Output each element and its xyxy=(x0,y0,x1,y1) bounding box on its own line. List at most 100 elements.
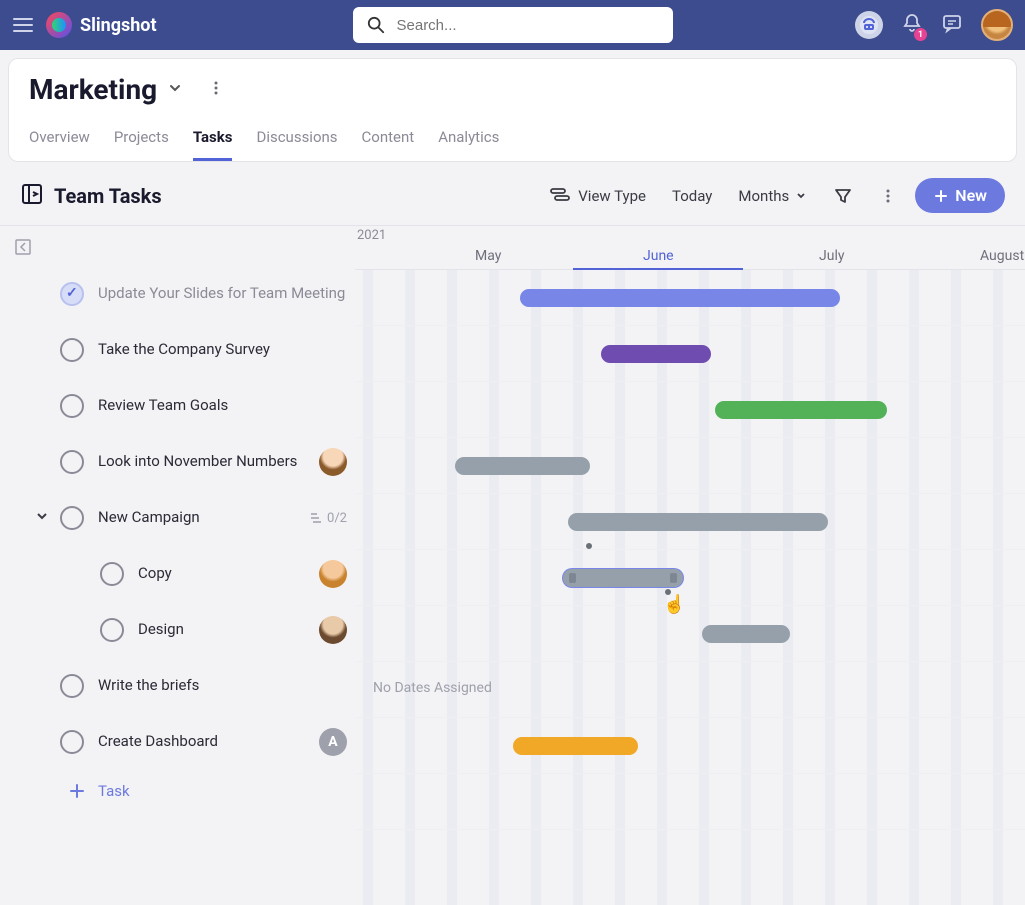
tasks-toolbar: Team Tasks View Type Today Months New xyxy=(0,170,1025,225)
app-logo[interactable]: Slingshot xyxy=(46,12,157,38)
gantt-bar[interactable] xyxy=(568,513,828,531)
task-label: New Campaign xyxy=(98,508,295,528)
timeline-header: May June July August xyxy=(355,226,1025,270)
month-label[interactable]: August xyxy=(980,248,1024,264)
task-row[interactable]: New Campaign 0/2 xyxy=(12,490,355,546)
task-checkbox[interactable] xyxy=(60,450,84,474)
tab-discussions[interactable]: Discussions xyxy=(256,122,337,161)
task-checkbox[interactable] xyxy=(60,730,84,754)
messages-icon[interactable] xyxy=(941,12,963,38)
global-search[interactable] xyxy=(353,7,673,43)
tab-tasks[interactable]: Tasks xyxy=(193,122,233,161)
workspace-header: Marketing Overview Projects Tasks Discus… xyxy=(8,58,1017,162)
logo-icon xyxy=(46,12,72,38)
task-checkbox[interactable] xyxy=(60,674,84,698)
more-options-button[interactable] xyxy=(871,181,905,211)
workspace-tabs: Overview Projects Tasks Discussions Cont… xyxy=(29,122,996,161)
month-label[interactable]: July xyxy=(819,248,844,264)
collapse-sidebar-icon[interactable] xyxy=(14,238,32,260)
tab-projects[interactable]: Projects xyxy=(114,122,169,161)
kebab-icon xyxy=(879,187,897,205)
task-row[interactable]: Create Dashboard A xyxy=(12,714,355,770)
top-navbar: Slingshot 1 xyxy=(0,0,1025,50)
task-label: Take the Company Survey xyxy=(98,340,347,360)
gantt-bar[interactable] xyxy=(715,401,887,419)
notification-badge: 1 xyxy=(914,28,927,41)
new-label: New xyxy=(955,186,987,205)
month-label[interactable]: May xyxy=(475,248,501,264)
task-checkbox[interactable] xyxy=(60,282,84,306)
task-row[interactable]: Update Your Slides for Team Meeting xyxy=(12,266,355,322)
subtask-count: 0/2 xyxy=(327,511,347,526)
view-type-button[interactable]: View Type xyxy=(542,181,654,211)
plus-icon xyxy=(933,188,949,204)
task-label: Update Your Slides for Team Meeting xyxy=(98,284,347,304)
task-label: Design xyxy=(138,620,305,640)
today-label: Today xyxy=(672,187,712,205)
task-label: Copy xyxy=(138,564,305,584)
task-row[interactable]: Write the briefs xyxy=(12,658,355,714)
task-row[interactable]: Copy xyxy=(12,546,355,602)
panel-icon[interactable] xyxy=(20,182,44,210)
new-button[interactable]: New xyxy=(915,178,1005,213)
chevron-down-icon[interactable] xyxy=(167,80,183,100)
view-type-icon xyxy=(550,187,572,205)
search-input[interactable] xyxy=(397,17,659,34)
assignee-avatar[interactable] xyxy=(319,448,347,476)
filter-icon xyxy=(833,186,853,206)
no-dates-label: No Dates Assigned xyxy=(373,680,492,696)
dependency-node[interactable] xyxy=(586,543,592,549)
plus-icon xyxy=(68,782,86,800)
timescale-button[interactable]: Months xyxy=(730,181,815,211)
today-button[interactable]: Today xyxy=(664,181,720,211)
filter-button[interactable] xyxy=(825,180,861,212)
tab-analytics[interactable]: Analytics xyxy=(438,122,499,161)
task-checkbox[interactable] xyxy=(100,562,124,586)
task-row[interactable]: Design xyxy=(12,602,355,658)
task-label: Look into November Numbers xyxy=(98,452,305,472)
subtask-icon xyxy=(309,511,323,525)
timescale-label: Months xyxy=(738,187,789,205)
page-title-row: Marketing xyxy=(29,73,996,106)
gantt-bar[interactable] xyxy=(563,569,683,587)
content-area: Update Your Slides for Team Meeting Take… xyxy=(0,225,1025,905)
assignee-avatar[interactable] xyxy=(319,616,347,644)
kebab-menu-icon[interactable] xyxy=(207,79,225,101)
task-row[interactable]: Take the Company Survey xyxy=(12,322,355,378)
task-checkbox[interactable] xyxy=(60,338,84,362)
user-avatar[interactable] xyxy=(981,9,1013,41)
tab-overview[interactable]: Overview xyxy=(29,122,90,161)
add-task-label: Task xyxy=(98,782,130,800)
notifications-icon[interactable]: 1 xyxy=(901,12,923,38)
page-title[interactable]: Marketing xyxy=(29,73,157,106)
month-label[interactable]: June xyxy=(643,248,674,264)
task-row[interactable]: Look into November Numbers xyxy=(12,434,355,490)
task-checkbox[interactable] xyxy=(60,506,84,530)
assistant-avatar-icon[interactable] xyxy=(855,11,883,39)
task-label: Write the briefs xyxy=(98,676,347,696)
gantt-bar[interactable] xyxy=(513,737,638,755)
panel-title: Team Tasks xyxy=(54,184,162,208)
assignee-avatar[interactable]: A xyxy=(319,728,347,756)
chevron-down-icon xyxy=(795,190,807,202)
gantt-bar[interactable] xyxy=(455,457,590,475)
task-checkbox[interactable] xyxy=(100,618,124,642)
view-type-label: View Type xyxy=(578,187,646,205)
hamburger-menu-icon[interactable] xyxy=(12,14,34,36)
topbar-right: 1 xyxy=(855,9,1013,41)
task-checkbox[interactable] xyxy=(60,394,84,418)
tab-content[interactable]: Content xyxy=(362,122,415,161)
gantt-bar[interactable] xyxy=(702,625,790,643)
task-row[interactable]: Review Team Goals xyxy=(12,378,355,434)
search-icon xyxy=(367,16,385,34)
add-task-button[interactable]: Task xyxy=(12,770,355,812)
timeline-grid: ☝ No Dates Assigned xyxy=(355,270,1025,905)
gantt-bar[interactable] xyxy=(601,345,711,363)
chevron-down-icon[interactable] xyxy=(34,508,50,528)
assignee-avatar[interactable] xyxy=(319,560,347,588)
task-label: Create Dashboard xyxy=(98,732,305,752)
cursor-icon: ☝ xyxy=(663,594,685,615)
app-name: Slingshot xyxy=(80,15,157,36)
gantt-bar[interactable] xyxy=(520,289,840,307)
gantt-timeline[interactable]: 2021 May June July August xyxy=(355,226,1025,905)
